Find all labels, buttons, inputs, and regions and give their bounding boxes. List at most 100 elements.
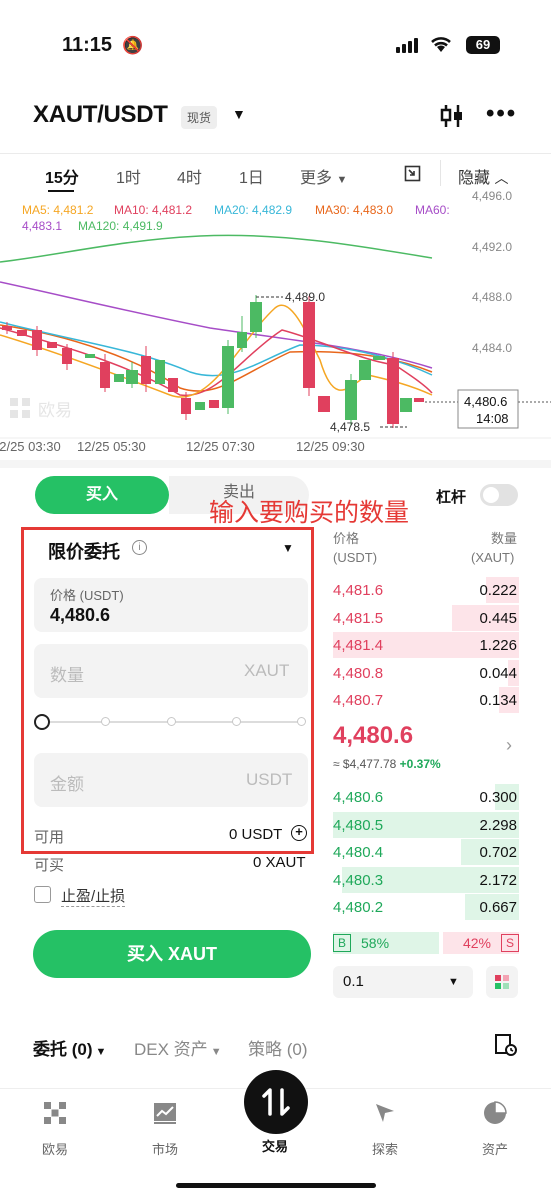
okx-logo-icon [44, 1102, 66, 1124]
leverage-toggle[interactable] [480, 484, 518, 506]
tab-1d[interactable]: 1日 [239, 164, 264, 188]
can-buy-value: 0 XAUT [253, 854, 306, 871]
tpsl-checkbox[interactable] [34, 886, 51, 903]
orderbook-layout-icon[interactable] [486, 966, 518, 998]
ask-qty: 0.445 [479, 609, 517, 627]
buy-tab[interactable]: 买入 [35, 476, 169, 514]
nav-assets-label: 资产 [481, 1142, 508, 1157]
ask-row[interactable]: 4,480.8 0.044 [333, 659, 519, 686]
last-price-value: 4,480.6 [464, 394, 507, 409]
wifi-icon [430, 35, 452, 59]
tpsl-label[interactable]: 止盈/止损 [61, 885, 126, 907]
chevron-up-icon: ︿ [494, 170, 509, 186]
depth-caret-icon[interactable]: ▼ [448, 976, 459, 988]
ask-row[interactable]: 4,481.5 0.445 [333, 604, 519, 631]
y-tick: 4,492.0 [472, 240, 512, 254]
bid-row[interactable]: 4,480.5 2.298 [333, 811, 519, 838]
bid-row[interactable]: 4,480.4 0.702 [333, 839, 519, 865]
home-indicator [176, 1183, 376, 1188]
nav-home-label: 欧易 [41, 1142, 68, 1157]
nav-explore[interactable]: 探索 [350, 1100, 420, 1158]
candlestick-chart-icon[interactable] [437, 101, 467, 131]
bid-qty: 0.300 [479, 789, 517, 806]
buy-ratio-text: 58% [361, 935, 390, 951]
annotation-highlight-box [21, 527, 314, 854]
nav-home[interactable]: 欧易 [20, 1100, 90, 1158]
header-divider [0, 153, 551, 154]
y-tick: 4,496.0 [472, 190, 512, 203]
market-type-badge: 现货 [181, 106, 218, 129]
ask-row[interactable]: 4,481.6 0.222 [333, 577, 519, 603]
candlestick-chart[interactable]: 欧易 4,489.0 4,478.5 4,496.0 4,492.0 4,488… [0, 190, 551, 460]
ask-qty: 0.044 [479, 664, 517, 682]
trading-pair-title[interactable]: XAUT/USDT [33, 101, 168, 129]
pair-selector-caret-icon[interactable]: ▼ [232, 106, 246, 122]
status-time: 11:15 [62, 34, 113, 56]
mid-usd: ≈ $4,477.78 [333, 757, 397, 771]
ask-qty: 0.134 [479, 692, 517, 709]
hide-chart-button[interactable]: 隐藏 ︿ [458, 164, 508, 188]
x-tick: 12/25 05:30 [77, 439, 146, 454]
nav-market[interactable]: 市场 [130, 1100, 200, 1158]
cellular-signal-icon [396, 37, 422, 53]
bid-price: 4,480.5 [333, 816, 384, 834]
ask-price: 4,481.4 [333, 637, 384, 654]
bid-price: 4,480.3 [333, 871, 384, 889]
ask-qty: 0.222 [479, 582, 517, 599]
nav-market-label: 市场 [151, 1142, 178, 1157]
x-tick: 12/25 09:30 [296, 439, 365, 454]
tab-separator [440, 160, 441, 186]
high-price-label: 4,489.0 [285, 290, 325, 304]
ma120-line [0, 234, 433, 263]
order-history-icon[interactable] [494, 1033, 518, 1062]
ask-price: 4,481.5 [333, 609, 384, 627]
bid-row[interactable]: 4,480.2 0.667 [333, 894, 519, 920]
market-chart-icon [154, 1103, 176, 1124]
x-tick: 12/25 03:30 [0, 439, 61, 454]
toggle-knob [483, 487, 499, 503]
battery-indicator: 69 [466, 36, 500, 54]
tab-more-label: 更多 [300, 170, 333, 187]
bid-qty: 0.702 [479, 844, 517, 861]
bid-row[interactable]: 4,480.6 0.300 [333, 784, 519, 810]
sell-ratio-text: 42% [462, 935, 491, 951]
ask-price: 4,480.7 [333, 692, 384, 709]
more-options-icon[interactable]: ••• [486, 100, 517, 128]
hide-chart-label: 隐藏 [458, 170, 491, 187]
watermark-text: 欧易 [38, 401, 72, 421]
tab-strategy[interactable]: 策略 (0) [248, 1035, 308, 1060]
indicator-settings-icon[interactable] [404, 165, 422, 188]
bid-row[interactable]: 4,480.3 2.172 [333, 866, 519, 893]
nav-trade[interactable]: 交易 [240, 1132, 310, 1155]
ask-row[interactable]: 4,481.4 1.226 [333, 632, 519, 658]
tab-orders[interactable]: 委托 (0) ▼ [33, 1035, 106, 1060]
nav-assets[interactable]: 资产 [460, 1100, 530, 1158]
bid-price: 4,480.2 [333, 899, 384, 916]
tab-dex-label: DEX 资产 [134, 1040, 208, 1059]
tab-dex-assets[interactable]: DEX 资产 ▼ [134, 1035, 222, 1060]
nav-explore-label: 探索 [371, 1142, 398, 1157]
compass-icon [376, 1104, 394, 1122]
tab-orders-label: 委托 (0) [33, 1040, 93, 1059]
tab-more[interactable]: 更多 ▼ [300, 164, 347, 188]
ask-row[interactable]: 4,480.7 0.134 [333, 687, 519, 713]
more-caret-icon: ▼ [336, 174, 348, 186]
ask-price: 4,481.6 [333, 582, 384, 599]
bid-qty: 2.172 [479, 871, 517, 889]
ob-qty-unit: (XAUT) [471, 550, 515, 565]
mid-price[interactable]: 4,480.6 [333, 722, 413, 750]
annotation-text: 输入要购买的数量 [209, 499, 410, 527]
orders-caret-icon: ▼ [92, 1046, 107, 1058]
nav-trade-button[interactable] [244, 1070, 308, 1134]
dex-caret-icon: ▼ [207, 1046, 222, 1058]
tab-1h[interactable]: 1时 [116, 164, 141, 188]
tab-4h[interactable]: 4时 [177, 164, 202, 188]
can-buy-label: 可买 [34, 857, 65, 874]
buy-ratio-tag: B [333, 934, 351, 952]
tab-15m[interactable]: 15分 [45, 164, 79, 188]
low-price-label: 4,478.5 [330, 420, 370, 434]
candle-countdown: 14:08 [476, 411, 509, 426]
chevron-right-icon[interactable]: › [506, 735, 512, 756]
buy-submit-button[interactable]: 买入 XAUT [33, 930, 311, 978]
y-tick: 4,484.0 [472, 341, 512, 355]
